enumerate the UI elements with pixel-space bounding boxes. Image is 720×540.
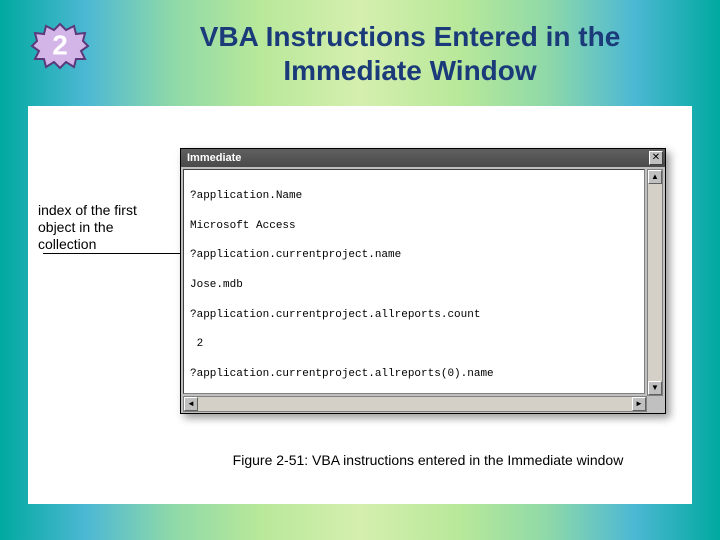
- scroll-left-button[interactable]: ◄: [184, 397, 198, 411]
- code-line: ?application.Name: [190, 189, 638, 204]
- chevron-down-icon: ▼: [651, 383, 659, 392]
- code-area[interactable]: ?application.Name Microsoft Access ?appl…: [183, 169, 645, 394]
- content-area: index of the first object in the collect…: [28, 106, 692, 504]
- chevron-up-icon: ▲: [651, 172, 659, 181]
- window-body: ?application.Name Microsoft Access ?appl…: [181, 167, 665, 414]
- scroll-right-button[interactable]: ►: [632, 397, 646, 411]
- scrollbar-corner: [647, 396, 663, 412]
- chapter-badge: 2: [30, 22, 90, 70]
- code-line: 2: [190, 337, 638, 352]
- vertical-scrollbar[interactable]: ▲ ▼: [647, 169, 663, 396]
- horizontal-scrollbar[interactable]: ◄ ►: [183, 396, 647, 412]
- scroll-up-button[interactable]: ▲: [648, 170, 662, 184]
- code-line: ?application.currentproject.allreports(0…: [190, 367, 638, 382]
- code-line: Jose.mdb: [190, 278, 638, 293]
- scroll-down-button[interactable]: ▼: [648, 381, 662, 395]
- code-line: ?application.currentproject.name: [190, 248, 638, 263]
- immediate-window: Immediate ✕ ?application.Name Microsoft …: [180, 148, 666, 414]
- close-icon: ✕: [652, 152, 660, 163]
- window-title: Immediate: [187, 152, 241, 164]
- code-line: Microsoft Access: [190, 219, 638, 234]
- close-button[interactable]: ✕: [649, 151, 663, 165]
- figure-caption: Figure 2-51: VBA instructions entered in…: [188, 452, 668, 468]
- chevron-left-icon: ◄: [187, 399, 195, 408]
- code-line: ?application.currentproject.allreports.c…: [190, 308, 638, 323]
- badge-number: 2: [52, 29, 68, 61]
- window-titlebar: Immediate ✕: [181, 149, 665, 167]
- annotation-label: index of the first object in the collect…: [38, 202, 158, 252]
- slide-title: VBA Instructions Entered in the Immediat…: [130, 20, 690, 87]
- slide: 2 VBA Instructions Entered in the Immedi…: [0, 0, 720, 540]
- chevron-right-icon: ►: [635, 399, 643, 408]
